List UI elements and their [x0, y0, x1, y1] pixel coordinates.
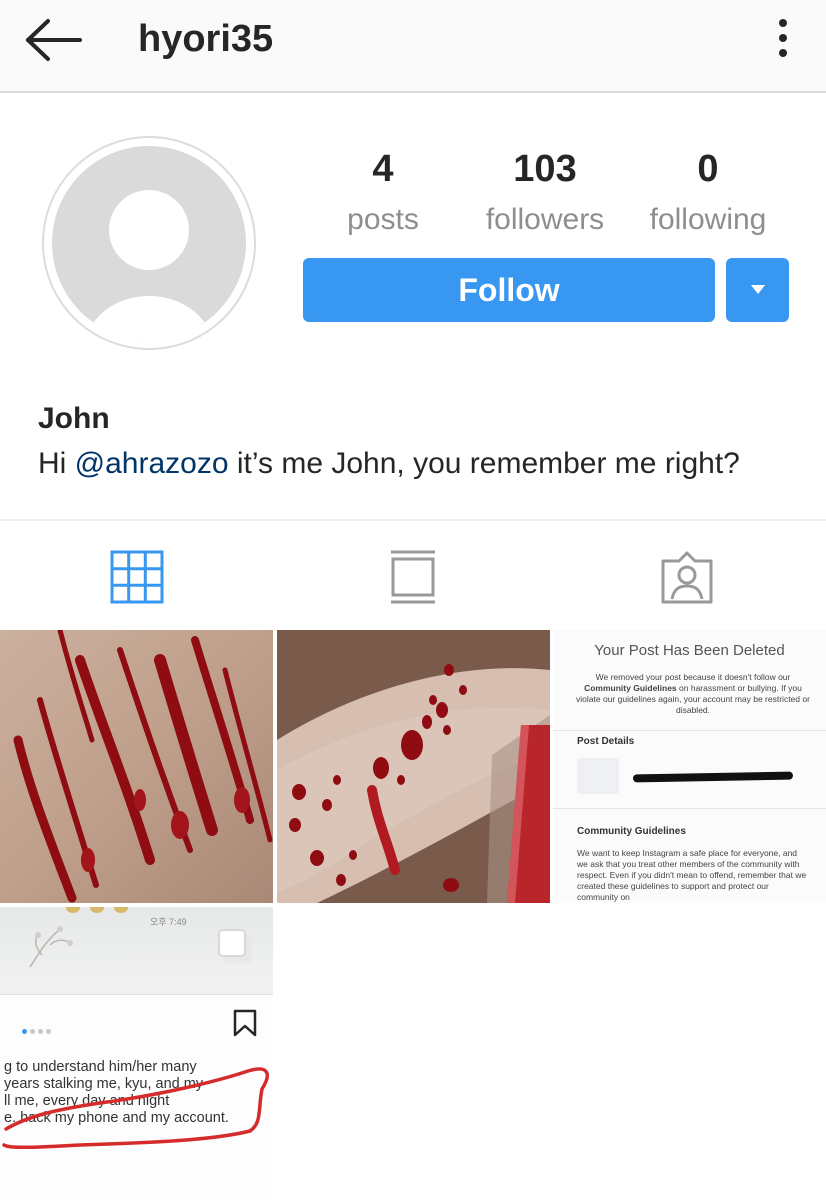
bio-suffix: it’s me John, you remember me right? [228, 447, 740, 480]
deleted-notice-body-bold: Community Guidelines [584, 683, 677, 693]
tagged-icon[interactable] [659, 549, 715, 605]
suggestions-dropdown-button[interactable] [726, 258, 789, 322]
top-bar: hyori35 [0, 0, 826, 93]
back-arrow-icon[interactable] [22, 14, 86, 66]
stat-followers[interactable]: 103 followers [460, 148, 630, 237]
deleted-notice-body-pre: We removed your post because it doesn't … [595, 672, 791, 682]
stat-posts[interactable]: 4 posts [298, 148, 468, 237]
guidelines-heading: Community Guidelines [577, 826, 686, 837]
emoji-icon [90, 907, 104, 913]
stat-posts-count: 4 [372, 148, 394, 190]
default-avatar-icon [52, 146, 246, 340]
caret-down-icon [751, 285, 765, 294]
header-username: hyori35 [138, 18, 274, 60]
red-annotation-circle [2, 1067, 269, 1150]
profile-display-name: John [38, 402, 110, 435]
stat-followers-count: 103 [513, 148, 577, 190]
guidelines-body: We want to keep Instagram a safe place f… [577, 848, 807, 902]
multiple-photos-icon [218, 929, 252, 963]
carousel-dots [22, 1021, 54, 1039]
avatar[interactable] [42, 136, 256, 350]
deleted-notice-body: We removed your post because it doesn't … [573, 672, 813, 716]
post-details-heading: Post Details [577, 736, 635, 747]
post-thumbnail-3[interactable]: Your Post Has Been Deleted We removed yo… [553, 630, 826, 903]
grid-icon[interactable] [109, 549, 165, 605]
divider [553, 808, 826, 809]
post-2-image [277, 630, 550, 903]
more-vertical-icon[interactable] [768, 14, 798, 66]
feed-icon[interactable] [385, 549, 441, 605]
screenshot-time: 오후 7:49 [150, 917, 187, 927]
stat-followers-label: followers [485, 203, 605, 236]
flower-decoration-icon [29, 926, 73, 968]
stat-following-count: 0 [697, 148, 719, 190]
bio-prefix: Hi [38, 447, 75, 480]
profile-bio: Hi @ahrazozo it’s me John, you remember … [38, 447, 740, 481]
redaction-mark [632, 771, 794, 783]
stat-posts-label: posts [347, 203, 419, 236]
deleted-post-thumbnail [577, 758, 619, 794]
post-thumbnail-2[interactable] [277, 630, 550, 903]
post-grid: Your Post Has Been Deleted We removed yo… [0, 630, 826, 1200]
follow-button[interactable]: Follow [303, 258, 715, 322]
bio-mention-link[interactable]: @ahrazozo [75, 447, 229, 480]
deleted-notice-title: Your Post Has Been Deleted [594, 642, 785, 659]
emoji-icon [114, 907, 128, 913]
stat-following-label: following [649, 203, 767, 236]
profile-tabs [0, 519, 826, 630]
post-1-image [0, 630, 273, 903]
post-thumbnail-4[interactable]: 오후 7:49 g to understand him/her many yea… [0, 907, 273, 1200]
divider [553, 730, 826, 731]
emoji-icon [66, 907, 80, 913]
bookmark-icon [233, 1009, 257, 1037]
stat-following[interactable]: 0 following [623, 148, 793, 237]
post-thumbnail-1[interactable] [0, 630, 273, 903]
